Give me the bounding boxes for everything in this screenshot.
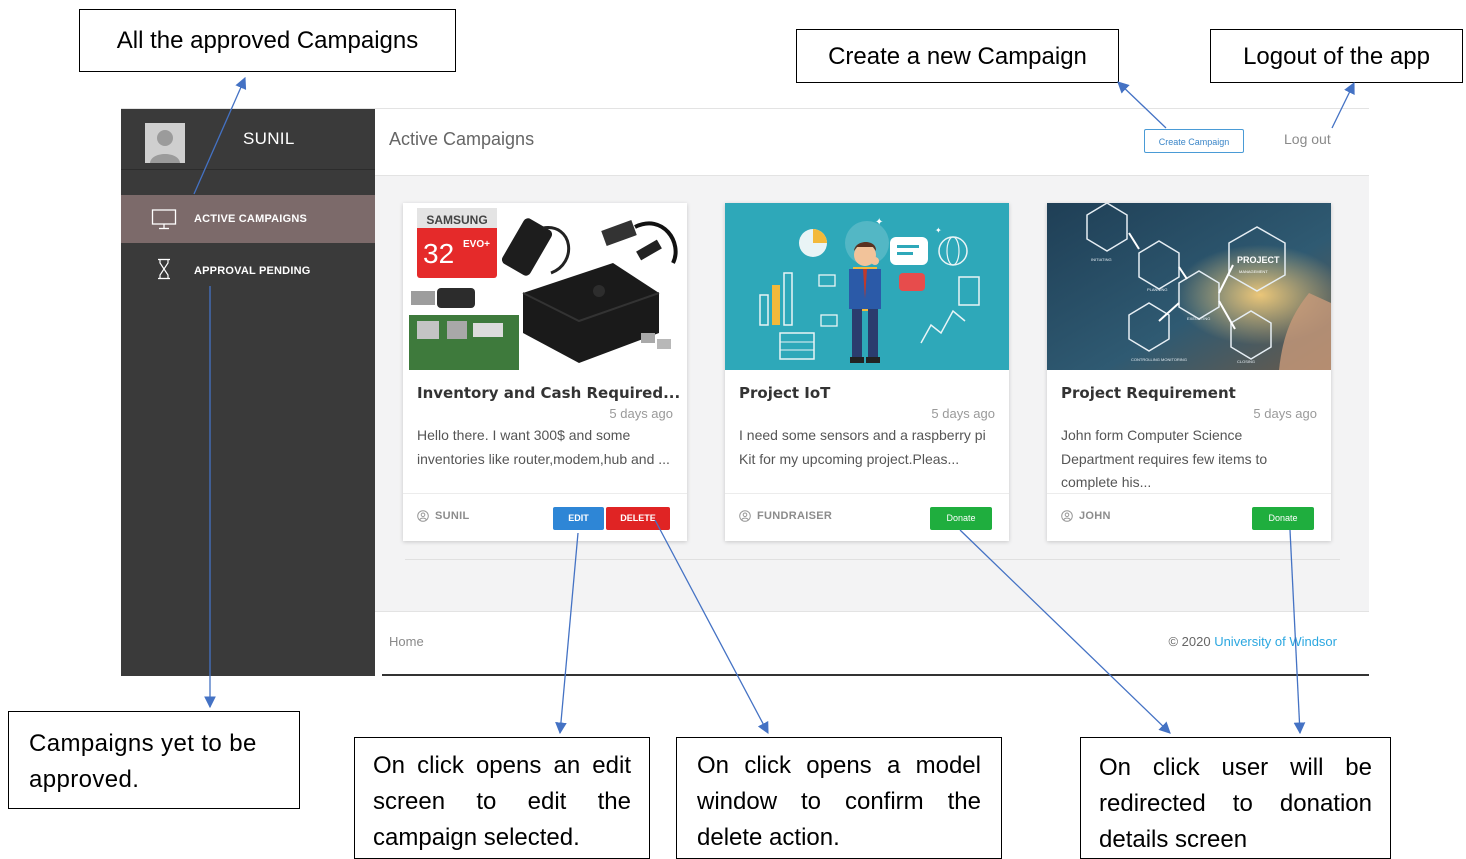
campaign-image-project-management: INITIATING PLANNING EXECUTING CONTROLLIN…	[1047, 203, 1331, 370]
annotation-pending: Campaigns yet to be approved.	[8, 711, 300, 809]
card-footer: FUNDRAISER Donate	[725, 493, 1009, 542]
footer-home-link[interactable]: Home	[389, 634, 424, 649]
campaign-image-hardware: SAMSUNG 32 EVO+	[403, 203, 687, 370]
sd-card-badge: EVO+	[463, 239, 490, 250]
logout-link[interactable]: Log out	[1284, 131, 1331, 147]
campaign-card: ✦ ✦ Project IoT 5 days ago I need some s…	[725, 203, 1009, 541]
footer: Home © 2020 University of Windsor	[375, 611, 1369, 677]
campaign-description: John form Computer Science Department re…	[1061, 427, 1268, 490]
iot-illustration-image: ✦ ✦	[725, 203, 1009, 370]
avatar	[145, 123, 185, 163]
campaign-time: 5 days ago	[1253, 406, 1317, 421]
campaign-image-iot: ✦ ✦	[725, 203, 1009, 370]
project-management-image: INITIATING PLANNING EXECUTING CONTROLLIN…	[1047, 203, 1331, 370]
step-executing: EXECUTING	[1187, 316, 1210, 321]
user-name: SUNIL	[243, 129, 295, 148]
campaign-owner: FUNDRAISER	[739, 510, 832, 522]
app-window: SUNIL ACTIVE CAMPAIGNS APPROVAL PENDING …	[121, 108, 1369, 677]
top-bar: Active Campaigns Create Campaign Log out	[375, 109, 1369, 176]
user-profile: SUNIL	[121, 109, 375, 170]
sidebar-item-label: ACTIVE CAMPAIGNS	[194, 213, 308, 225]
sidebar: SUNIL ACTIVE CAMPAIGNS APPROVAL PENDING	[121, 109, 375, 676]
divider	[382, 674, 1369, 676]
avatar-silhouette-icon	[145, 123, 185, 163]
annotation-approved: All the approved Campaigns	[79, 9, 456, 72]
copyright-text: © 2020	[1168, 634, 1215, 649]
sidebar-item-label: APPROVAL PENDING	[194, 265, 311, 277]
pm-label: PROJECT	[1237, 255, 1280, 265]
annotation-donate: On click user will be redirected to dona…	[1080, 737, 1391, 859]
pm-sublabel: MANAGEMENT	[1239, 269, 1268, 274]
create-campaign-button[interactable]: Create Campaign	[1144, 129, 1244, 153]
campaign-owner: JOHN	[1061, 510, 1111, 522]
annotation-logout: Logout of the app	[1210, 29, 1463, 83]
annotation-delete: On click opens a model window to confirm…	[676, 737, 1002, 859]
campaign-card: SAMSUNG 32 EVO+ Inventory and Cash Requi…	[403, 203, 687, 541]
campaign-time: 5 days ago	[609, 406, 673, 421]
delete-button[interactable]: DELETE	[606, 507, 670, 530]
user-circle-icon	[739, 510, 751, 522]
footer-copyright: © 2020 University of Windsor	[1168, 634, 1337, 649]
divider	[405, 559, 1340, 560]
annotation-edit: On click opens an edit screen to edit th…	[354, 737, 650, 859]
step-initiating: INITIATING	[1091, 257, 1112, 262]
svg-text:✦: ✦	[935, 226, 942, 235]
sidebar-item-active-campaigns[interactable]: ACTIVE CAMPAIGNS	[121, 195, 375, 243]
donate-button[interactable]: Donate	[1252, 507, 1314, 530]
owner-name: FUNDRAISER	[757, 510, 833, 522]
step-controlling: CONTROLLING MONITORING	[1131, 357, 1187, 362]
donate-button[interactable]: Donate	[930, 507, 992, 530]
user-circle-icon	[1061, 510, 1073, 522]
user-circle-icon	[417, 510, 429, 522]
raspberry-pi-kit-image: SAMSUNG 32 EVO+	[403, 203, 687, 370]
sidebar-item-approval-pending[interactable]: APPROVAL PENDING	[121, 249, 375, 289]
campaign-time: 5 days ago	[931, 406, 995, 421]
sd-card-brand: SAMSUNG	[426, 213, 487, 227]
university-link[interactable]: University of Windsor	[1214, 634, 1337, 649]
campaign-owner: SUNIL	[417, 510, 470, 522]
campaign-title[interactable]: Project IoT	[739, 384, 830, 402]
owner-name: JOHN	[1079, 510, 1111, 522]
step-closing: CLOSING	[1237, 359, 1255, 364]
svg-text:✦: ✦	[875, 217, 883, 228]
monitor-icon	[151, 209, 177, 230]
campaign-title[interactable]: Project Requirement	[1061, 384, 1236, 402]
campaign-description: I need some sensors and a raspberry pi K…	[739, 427, 986, 467]
main-content: Active Campaigns Create Campaign Log out…	[375, 109, 1369, 677]
hourglass-icon	[158, 258, 170, 280]
step-planning: PLANNING	[1147, 287, 1167, 292]
card-footer: JOHN Donate	[1047, 493, 1331, 542]
campaign-title[interactable]: Inventory and Cash Required...	[417, 384, 680, 402]
sd-card-capacity: 32	[423, 238, 454, 269]
campaign-card: INITIATING PLANNING EXECUTING CONTROLLIN…	[1047, 203, 1331, 541]
annotation-create: Create a new Campaign	[796, 29, 1119, 83]
page-title: Active Campaigns	[389, 129, 535, 149]
card-footer: SUNIL EDIT DELETE	[403, 493, 687, 542]
campaign-description: Hello there. I want 300$ and some invent…	[417, 427, 670, 467]
owner-name: SUNIL	[435, 510, 470, 522]
edit-button[interactable]: EDIT	[553, 507, 604, 530]
